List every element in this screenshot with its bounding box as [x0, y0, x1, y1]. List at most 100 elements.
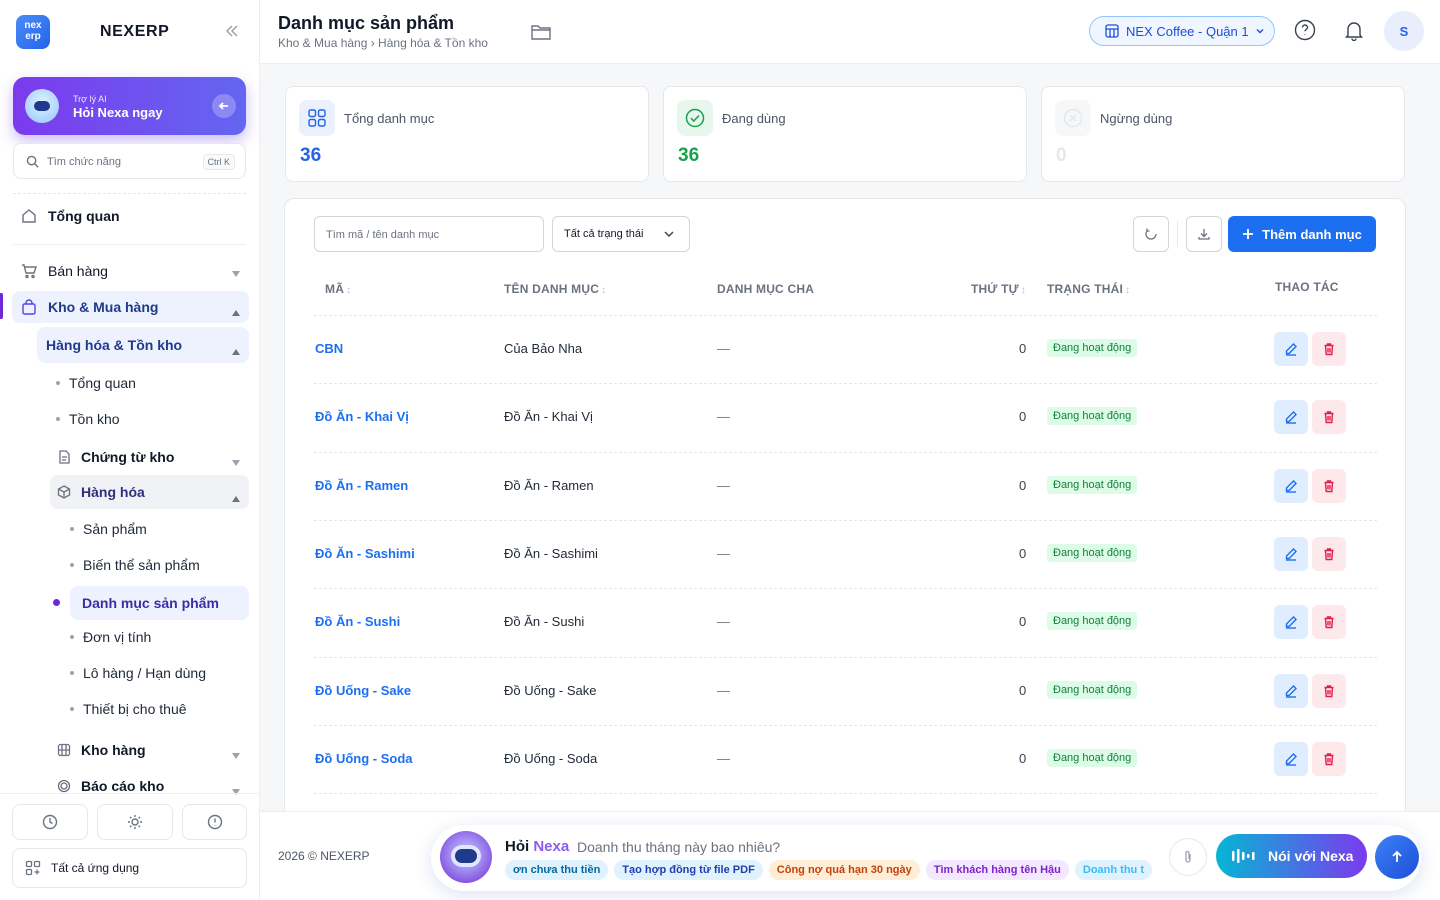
bell-icon[interactable]	[1343, 19, 1365, 41]
stat-value: 36	[678, 145, 700, 166]
delete-button[interactable]	[1312, 468, 1346, 503]
delete-button[interactable]	[1312, 400, 1346, 435]
row-divider	[314, 656, 1377, 658]
attach-button[interactable]	[1169, 838, 1207, 876]
status-filter-select[interactable]: Tất cả trạng thái	[552, 216, 690, 252]
status-badge: Đang hoạt động	[1047, 543, 1138, 562]
delete-button[interactable]	[1312, 605, 1346, 640]
status-badge: Đang hoạt động	[1047, 612, 1138, 631]
nav-product-categories[interactable]: Danh mục sản phẩm	[70, 586, 249, 620]
app-logo[interactable]: nex erp	[16, 15, 50, 49]
sort-order: 0	[1019, 682, 1027, 698]
add-category-button[interactable]: Thêm danh mục	[1228, 216, 1376, 252]
row-divider	[314, 383, 1377, 385]
stat-value: 36	[300, 145, 322, 166]
category-code-link[interactable]: CBN	[315, 341, 343, 356]
ask-nexa-bar[interactable]: Hỏi Nexa Doanh thu tháng này bao nhiêu? …	[431, 825, 1421, 891]
category-code-link[interactable]: Đồ Ăn - Khai Vị	[315, 409, 409, 424]
suggestion-chip[interactable]: Doanh thu t	[1074, 860, 1152, 880]
edit-button[interactable]	[1274, 468, 1308, 503]
edit-button[interactable]	[1274, 536, 1308, 571]
talk-to-nexa-button[interactable]: Nói với Nexa	[1216, 834, 1367, 878]
check-circle-icon	[677, 100, 713, 136]
suggestion-chip[interactable]: Tìm khách hàng tên Hậu	[925, 860, 1069, 880]
nav-stock[interactable]: Tồn kho	[56, 411, 120, 427]
status-badge: Đang hoạt động	[1047, 407, 1138, 426]
edit-button[interactable]	[1274, 332, 1308, 366]
row-divider	[314, 724, 1377, 726]
nav-stock-documents[interactable]: Chứng từ kho	[57, 446, 247, 468]
report-icon	[57, 779, 71, 793]
plus-icon	[1242, 228, 1254, 240]
theme-toggle-button[interactable]	[97, 804, 173, 840]
edit-button[interactable]	[1274, 400, 1308, 435]
ask-question-input[interactable]: Doanh thu tháng này bao nhiêu?	[577, 839, 780, 855]
chevron-up-icon	[232, 489, 240, 505]
nav-goods[interactable]: Hàng hóa	[50, 475, 249, 509]
column-header-parent: DANH MỤC CHA	[717, 282, 815, 296]
edit-button[interactable]	[1274, 605, 1308, 640]
suggestion-chip[interactable]: Công nợ quá hạn 30 ngày	[768, 860, 920, 880]
edit-button[interactable]	[1274, 741, 1308, 776]
column-header-code[interactable]: MÃ ↕	[325, 282, 351, 296]
category-code-link[interactable]: Đồ Ăn - Sushi	[315, 614, 400, 629]
branch-selector[interactable]: NEX Coffee - Quận 1	[1089, 16, 1275, 46]
column-header-order[interactable]: THỨ TỰ ↕	[971, 282, 1026, 296]
nav-goods-inventory-label: Hàng hóa & Tồn kho	[46, 337, 183, 353]
edit-button[interactable]	[1274, 673, 1308, 708]
category-code-link[interactable]: Đồ Uống - Sake	[315, 683, 411, 698]
all-apps-button[interactable]: Tất cả ứng dụng	[12, 848, 247, 888]
pencil-icon	[1284, 479, 1298, 493]
ai-assistant-card[interactable]: Trợ lý AI Hỏi Nexa ngay	[13, 77, 246, 135]
alert-circle-icon	[207, 814, 223, 830]
category-code-link[interactable]: Đồ Ăn - Ramen	[315, 478, 408, 493]
category-code-link[interactable]: Đồ Ăn - Sashimi	[315, 546, 415, 561]
nav-sub-overview[interactable]: Tổng quan	[56, 375, 136, 391]
function-search[interactable]: Tìm chức năng Ctrl K	[13, 143, 246, 179]
document-icon	[57, 450, 71, 464]
nav-units[interactable]: Đơn vị tính	[70, 629, 151, 645]
info-button[interactable]	[182, 804, 247, 840]
column-header-status[interactable]: TRẠNG THÁI ↕	[1047, 282, 1130, 296]
arrow-up-icon	[1390, 850, 1404, 864]
sort-order: 0	[1019, 409, 1027, 425]
home-icon	[20, 207, 38, 225]
nav-products[interactable]: Sản phẩm	[70, 521, 147, 537]
column-header-name[interactable]: TÊN DANH MỤC ↕	[504, 282, 606, 296]
row-divider	[314, 315, 1377, 316]
nav-warehouses[interactable]: Kho hàng	[57, 739, 247, 761]
collapse-sidebar-icon[interactable]	[222, 21, 242, 41]
delete-button[interactable]	[1312, 673, 1346, 708]
trash-icon	[1322, 615, 1336, 629]
folder-icon[interactable]	[530, 22, 552, 42]
arrow-left-icon[interactable]	[212, 94, 236, 118]
toolbar-divider	[1177, 221, 1178, 247]
help-icon[interactable]	[1294, 19, 1316, 41]
delete-button[interactable]	[1312, 741, 1346, 776]
suggestion-chip[interactable]: ơn chưa thu tiền	[505, 860, 609, 880]
suggestion-chip[interactable]: Tạo hợp đồng từ file PDF	[614, 860, 763, 880]
history-button[interactable]	[12, 804, 88, 840]
delete-button[interactable]	[1312, 536, 1346, 571]
sort-order: 0	[1019, 614, 1027, 630]
delete-button[interactable]	[1312, 332, 1346, 366]
nav-rental-equipment[interactable]: Thiết bị cho thuê	[70, 701, 187, 717]
export-button[interactable]	[1186, 216, 1222, 252]
chevron-down-icon	[232, 453, 240, 469]
send-button[interactable]	[1375, 835, 1419, 879]
breadcrumb[interactable]: Kho & Mua hàng › Hàng hóa & Tồn kho	[278, 36, 488, 50]
category-name: Đồ Uống - Soda	[504, 750, 598, 766]
nav-overview[interactable]: Tổng quan	[20, 205, 120, 227]
nav-variants[interactable]: Biến thể sản phẩm	[70, 557, 200, 573]
robot-avatar-icon	[440, 831, 492, 883]
nav-warehouse-purchasing[interactable]: Kho & Mua hàng	[12, 291, 249, 323]
category-search-input[interactable]: Tìm mã / tên danh mục	[314, 216, 544, 252]
apps-grid-icon	[25, 860, 41, 876]
nav-lots[interactable]: Lô hàng / Hạn dùng	[70, 665, 206, 681]
category-code-link[interactable]: Đồ Uống - Soda	[315, 751, 413, 766]
nav-goods-inventory[interactable]: Hàng hóa & Tồn kho	[37, 327, 249, 363]
refresh-button[interactable]	[1133, 216, 1169, 252]
user-avatar[interactable]: S	[1384, 11, 1424, 51]
pencil-icon	[1284, 410, 1298, 424]
nav-sales[interactable]: Bán hàng	[20, 260, 246, 282]
